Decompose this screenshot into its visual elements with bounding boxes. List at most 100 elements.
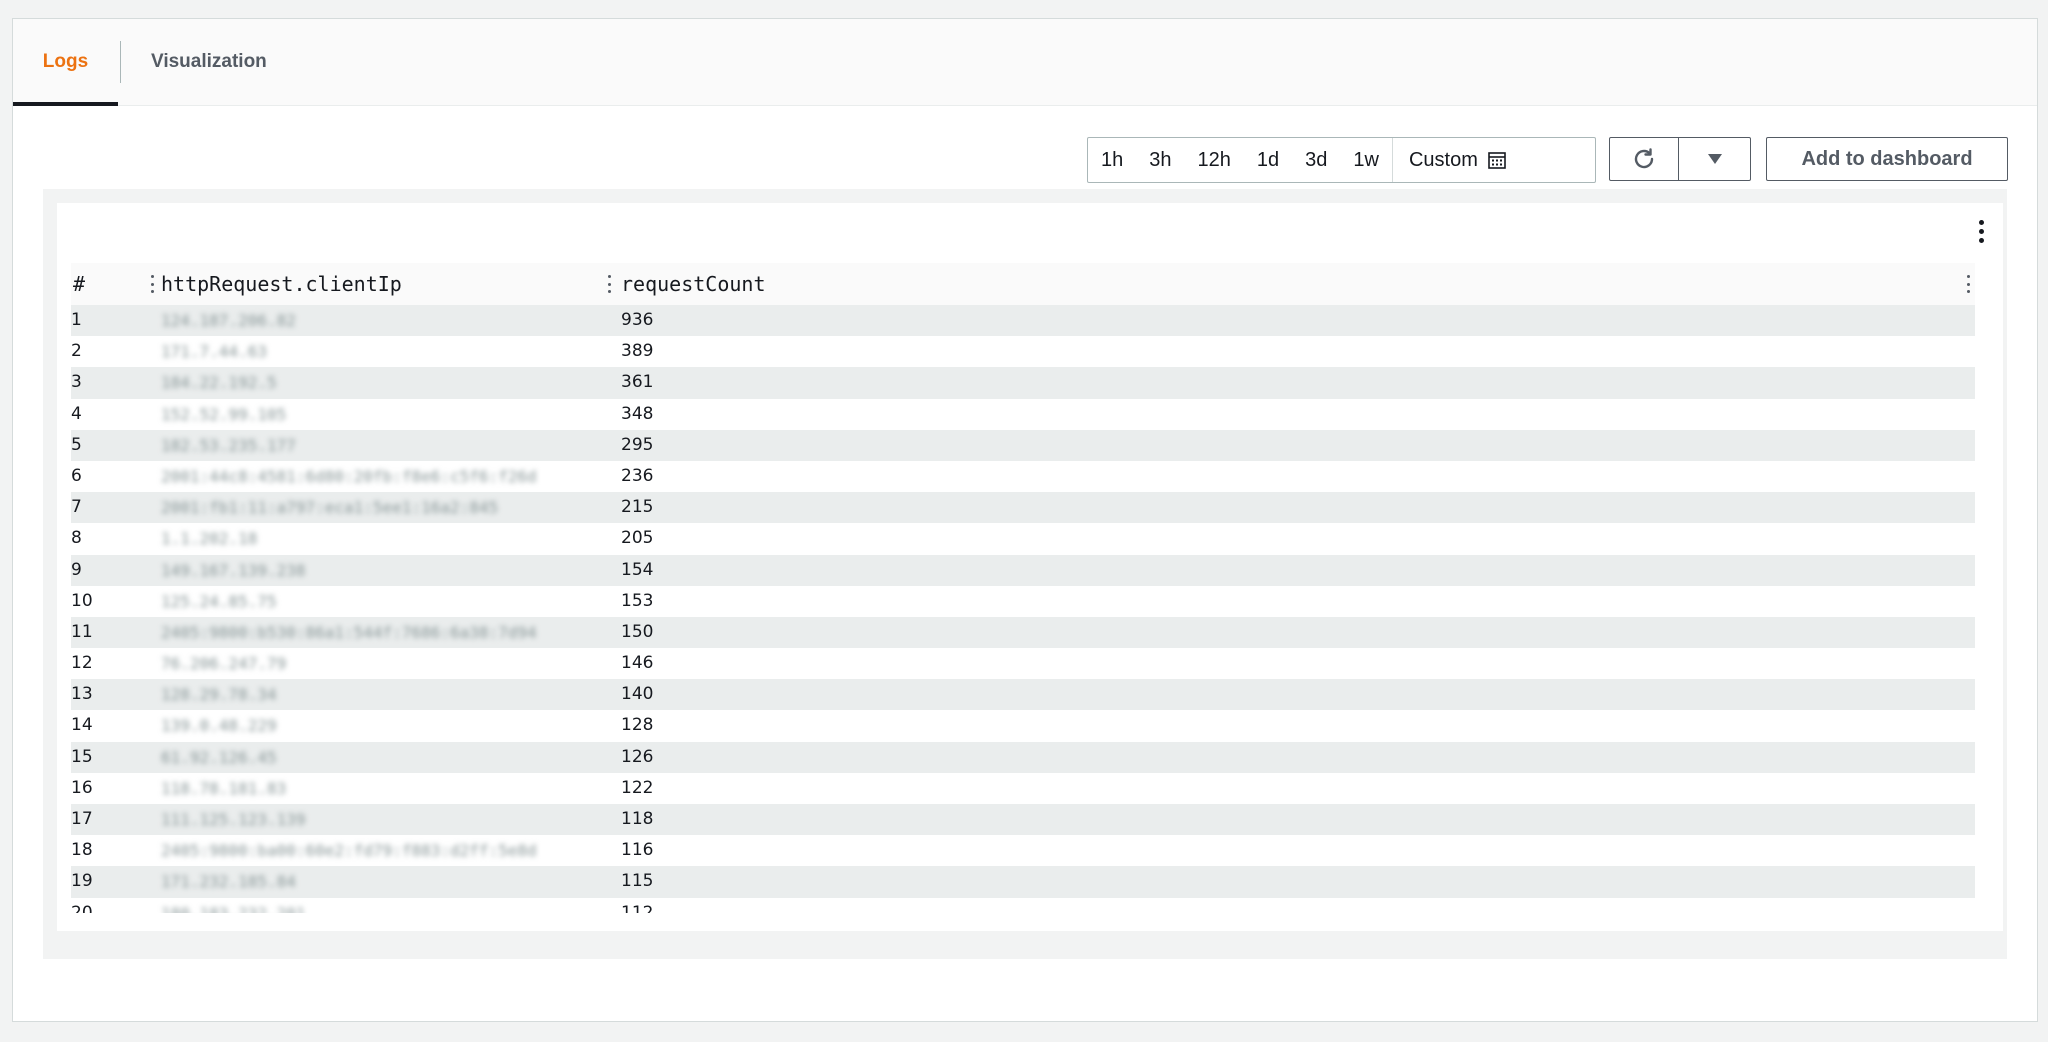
request-count-cell: 112 <box>621 902 654 913</box>
request-count-cell: 146 <box>621 653 654 674</box>
request-count-cell: 128 <box>621 715 654 736</box>
range-button-1d[interactable]: 1d <box>1244 138 1292 182</box>
request-count-cell: 205 <box>621 528 654 549</box>
row-number-cell: 14 <box>71 715 93 736</box>
table-row[interactable]: 6 2001:44c8:4581:6d80:20fb:f8e6:c5f6:f26d… <box>71 460 1975 493</box>
table-row[interactable]: 5 182.53.235.177 295 <box>71 429 1975 461</box>
row-number-cell: 20 <box>71 902 93 913</box>
add-to-dashboard-button[interactable]: Add to dashboard <box>1766 137 2008 181</box>
client-ip-cell: 2405:9800:ba00:60e2:fd79:f883:d2ff:5e8d <box>161 841 537 861</box>
header-row-number: # <box>73 272 86 296</box>
more-options-icon[interactable] <box>1973 215 1989 247</box>
row-number-cell: 18 <box>71 840 93 861</box>
time-range-selector: 1h 3h 12h 1d 3d 1w Custom <box>1087 137 1596 183</box>
row-number-cell: 17 <box>71 809 93 829</box>
range-button-3d[interactable]: 3d <box>1292 138 1340 182</box>
table-row[interactable]: 8 1.1.202.18 205 <box>71 523 1975 555</box>
row-number-cell: 10 <box>71 590 93 611</box>
row-number-cell: 3 <box>71 372 82 393</box>
row-number-cell: 1 <box>71 310 82 330</box>
client-ip-cell: 124.187.206.82 <box>161 311 296 330</box>
range-button-12h[interactable]: 12h <box>1185 138 1244 182</box>
range-button-1h[interactable]: 1h <box>1088 138 1136 182</box>
request-count-cell: 150 <box>621 621 654 642</box>
table-row[interactable]: 10 125.24.85.75 153 <box>71 585 1975 617</box>
row-number-cell: 16 <box>71 777 93 798</box>
request-count-cell: 295 <box>621 434 654 455</box>
request-count-cell: 389 <box>621 341 654 362</box>
table-row[interactable]: 11 2405:9800:b530:86a1:544f:7686:6a38:7d9… <box>71 616 1975 649</box>
request-count-cell: 140 <box>621 684 654 705</box>
caret-down-icon <box>1707 154 1722 164</box>
table-row[interactable]: 20 180.183.232.201 112 <box>71 897 1975 913</box>
client-ip-cell: 184.22.192.5 <box>161 373 277 393</box>
row-number-cell: 2 <box>71 341 82 362</box>
request-count-cell: 361 <box>621 372 654 393</box>
request-count-cell: 122 <box>621 777 654 798</box>
client-ip-cell: 2001:44c8:4581:6d80:20fb:f8e6:c5f6:f26d <box>161 466 537 486</box>
request-count-cell: 153 <box>621 590 654 611</box>
header-client-ip[interactable]: httpRequest.clientIp <box>161 263 402 305</box>
client-ip-cell: 2405:9800:b530:86a1:544f:7686:6a38:7d94 <box>161 622 537 642</box>
range-button-3h[interactable]: 3h <box>1136 138 1184 182</box>
client-ip-cell: 76.206.247.79 <box>161 654 287 674</box>
row-number-cell: 15 <box>71 746 93 767</box>
logs-results-table: # httpRequest.clientIp requestCount 1 124… <box>71 263 1975 913</box>
table-row[interactable]: 3 184.22.192.5 361 <box>71 367 1975 399</box>
row-number-cell: 19 <box>71 871 93 892</box>
row-number-cell: 9 <box>71 559 82 580</box>
client-ip-cell: 171.232.185.84 <box>161 872 296 892</box>
tab-logs[interactable]: Logs <box>13 19 118 106</box>
tab-divider <box>120 41 121 83</box>
custom-range-button[interactable]: Custom <box>1391 138 1516 182</box>
table-row[interactable]: 17 111.125.123.139 118 <box>71 804 1975 836</box>
client-ip-cell: 125.24.85.75 <box>161 591 277 611</box>
query-results-panel: Logs Visualization 1h 3h 12h 1d 3d 1w Custom <box>12 18 2038 1022</box>
table-row[interactable]: 9 149.167.139.238 154 <box>71 554 1975 586</box>
table-row[interactable]: 1 124.187.206.82 936 <box>71 305 1975 337</box>
request-count-cell: 154 <box>621 559 654 580</box>
row-number-cell: 4 <box>71 403 82 424</box>
request-count-cell: 118 <box>621 809 654 829</box>
row-number-cell: 13 <box>71 684 93 705</box>
refresh-button[interactable] <box>1609 137 1679 181</box>
table-row[interactable]: 7 2001:fb1:11:a797:eca1:5ee1:16a2:845 215 <box>71 492 1975 524</box>
row-number-cell: 12 <box>71 653 93 674</box>
header-request-count[interactable]: requestCount <box>621 263 766 305</box>
table-row[interactable]: 14 139.0.48.229 128 <box>71 710 1975 742</box>
client-ip-cell: 139.0.48.229 <box>161 716 277 736</box>
results-container: # httpRequest.clientIp requestCount 1 124… <box>43 189 2007 959</box>
row-number-cell: 11 <box>71 621 93 642</box>
results-table-card: # httpRequest.clientIp requestCount 1 124… <box>57 203 2003 931</box>
request-count-cell: 936 <box>621 310 654 330</box>
table-row[interactable]: 18 2405:9800:ba00:60e2:fd79:f883:d2ff:5e8… <box>71 835 1975 867</box>
table-row[interactable]: 15 61.92.126.45 126 <box>71 741 1975 773</box>
column-resize-handle[interactable] <box>1967 275 1970 293</box>
client-ip-cell: 118.78.181.83 <box>161 778 287 798</box>
refresh-options-dropdown[interactable] <box>1679 137 1751 181</box>
tab-visualization[interactable]: Visualization <box>151 19 267 105</box>
table-row[interactable]: 12 76.206.247.79 146 <box>71 648 1975 680</box>
client-ip-cell: 149.167.139.238 <box>161 560 306 580</box>
column-resize-handle[interactable] <box>151 275 154 293</box>
client-ip-cell: 152.52.99.105 <box>161 404 287 424</box>
request-count-cell: 348 <box>621 403 654 424</box>
row-number-cell: 6 <box>71 465 82 486</box>
table-body: 1 124.187.206.82 936 2 171.7.44.63 389 3 184.22… <box>71 305 1975 913</box>
table-row[interactable]: 2 171.7.44.63 389 <box>71 336 1975 368</box>
results-toolbar: 1h 3h 12h 1d 3d 1w Custom Add to dashboa… <box>13 137 2037 183</box>
range-button-1w[interactable]: 1w <box>1340 138 1392 182</box>
table-row[interactable]: 13 128.29.78.34 140 <box>71 679 1975 711</box>
refresh-icon <box>1634 148 1654 169</box>
column-resize-handle[interactable] <box>608 275 611 293</box>
client-ip-cell: 180.183.232.201 <box>161 898 306 913</box>
table-row[interactable]: 19 171.232.185.84 115 <box>71 866 1975 898</box>
custom-range-label: Custom <box>1408 149 1478 171</box>
request-count-cell: 116 <box>621 840 654 861</box>
client-ip-cell: 2001:fb1:11:a797:eca1:5ee1:16a2:845 <box>161 498 499 518</box>
request-count-cell: 236 <box>621 465 654 486</box>
client-ip-cell: 61.92.126.45 <box>161 747 277 767</box>
table-row[interactable]: 16 118.78.181.83 122 <box>71 772 1975 804</box>
table-row[interactable]: 4 152.52.99.105 348 <box>71 398 1975 430</box>
client-ip-cell: 128.29.78.34 <box>161 685 277 705</box>
